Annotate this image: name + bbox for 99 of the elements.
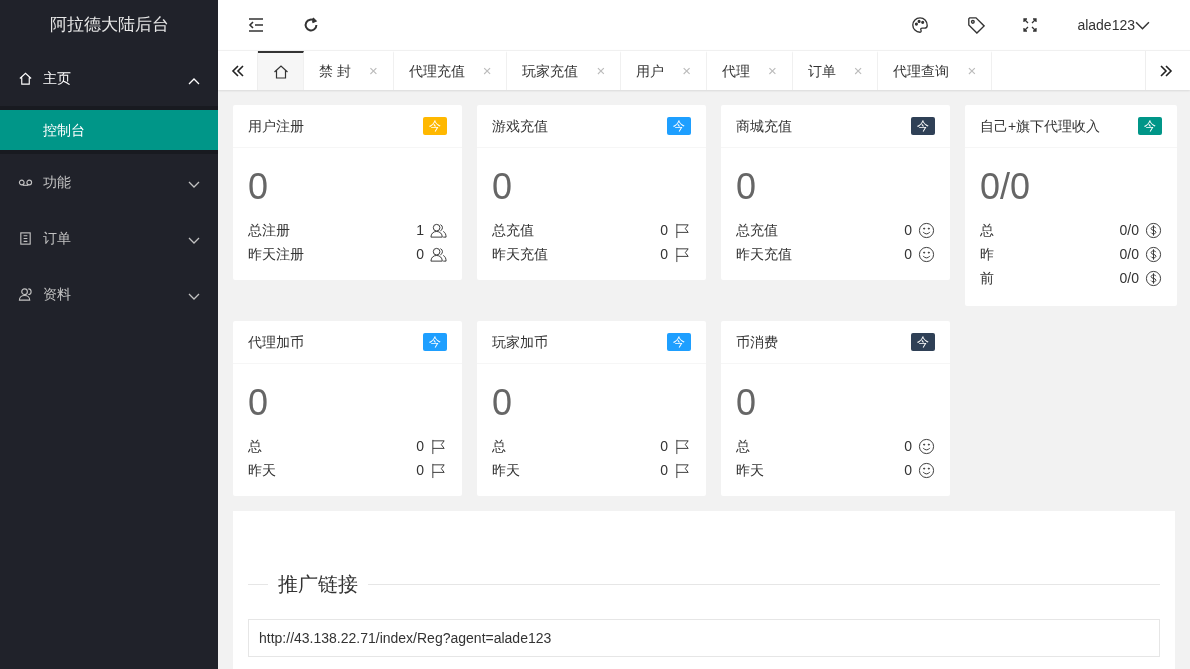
- sidebar-title: 阿拉德大陆后台: [49, 14, 169, 37]
- flag-icon: [674, 245, 691, 263]
- row-label: 昨天: [736, 460, 764, 480]
- stat-value: 0: [736, 166, 758, 208]
- refresh-icon[interactable]: [302, 16, 320, 34]
- row-value: 0: [660, 460, 668, 480]
- row-label: 总: [248, 436, 262, 456]
- card-badge: 今: [667, 333, 691, 351]
- users-icon: [430, 245, 447, 263]
- row-label: 昨天: [248, 460, 276, 480]
- promo-legend: 推广链接: [268, 569, 368, 599]
- sidebar-subitem[interactable]: 控制台: [0, 110, 218, 150]
- double-chevron-left-icon: [229, 62, 246, 79]
- smile-icon: [918, 245, 935, 263]
- card-title: 商城充值: [736, 116, 792, 136]
- card-badge: 今: [911, 333, 935, 351]
- home-icon: [272, 63, 289, 80]
- fullscreen-icon[interactable]: [1023, 18, 1038, 32]
- row-label: 昨天充值: [492, 244, 548, 264]
- row-value: 0: [904, 244, 912, 264]
- row-value: 0: [660, 436, 668, 456]
- home-icon: [18, 70, 33, 86]
- sidebar-item[interactable]: 订单: [0, 210, 218, 266]
- stat-value: 0: [248, 382, 270, 424]
- dollar-icon: [1145, 245, 1162, 263]
- row-label: 总充值: [492, 220, 534, 240]
- caret-icon: [188, 293, 200, 301]
- card-badge: 今: [423, 117, 447, 135]
- row-value: 0: [904, 460, 912, 480]
- row-value: 0/0: [1119, 268, 1139, 288]
- row-label: 总: [736, 436, 750, 456]
- card-badge: 今: [1138, 117, 1162, 135]
- promo-link-field[interactable]: http://43.138.22.71/index/Reg?agent=alade123: [248, 619, 1160, 657]
- flag-icon: [674, 221, 691, 239]
- clipboard-icon: [18, 230, 33, 246]
- row-label: 昨天充值: [736, 244, 792, 264]
- users-icon: [430, 221, 447, 239]
- tab[interactable]: 代理 ×: [706, 51, 793, 90]
- row-value: 1: [416, 220, 424, 240]
- row-value: 0: [416, 460, 424, 480]
- dollar-icon: [1145, 269, 1162, 287]
- card-title: 用户注册: [248, 116, 304, 136]
- stat-value: 0: [736, 382, 758, 424]
- row-label: 总: [980, 220, 994, 240]
- card-title: 代理加币: [248, 332, 304, 352]
- row-label: 前: [980, 268, 994, 288]
- palette-icon[interactable]: [911, 16, 930, 34]
- stat-value: 0: [492, 382, 514, 424]
- flag-icon: [674, 437, 691, 455]
- tag-icon[interactable]: [967, 16, 986, 34]
- tab[interactable]: 订单 ×: [792, 51, 879, 90]
- caret-icon: [1135, 20, 1150, 30]
- home-tab[interactable]: [258, 51, 304, 90]
- caret-icon: [188, 181, 200, 189]
- card-title: 币消费: [736, 332, 778, 352]
- row-value: 0: [660, 244, 668, 264]
- card-badge: 今: [667, 117, 691, 135]
- tab[interactable]: 用户 ×: [621, 51, 707, 90]
- flag-icon: [674, 461, 691, 479]
- tab[interactable]: 代理充值 ×: [393, 51, 508, 90]
- row-value: 0/0: [1119, 244, 1139, 264]
- flag-icon: [430, 461, 447, 479]
- user-icon: [18, 286, 33, 302]
- stat-value: 0: [248, 166, 270, 208]
- caret-icon: [188, 237, 200, 245]
- smile-icon: [918, 461, 935, 479]
- card-badge: 今: [911, 117, 935, 135]
- tab[interactable]: 玩家充值 ×: [507, 51, 622, 90]
- row-value: 0: [416, 244, 424, 264]
- dollar-icon: [1145, 221, 1162, 239]
- sidebar-item[interactable]: 主页: [0, 50, 218, 106]
- row-label: 昨天: [492, 460, 520, 480]
- row-label: 总注册: [248, 220, 290, 240]
- row-label: 总: [492, 436, 506, 456]
- row-value: 0/0: [1119, 220, 1139, 240]
- card-badge: 今: [423, 333, 447, 351]
- card-title: 玩家加币: [492, 332, 548, 352]
- card-title: 游戏充值: [492, 116, 548, 136]
- row-label: 昨: [980, 244, 994, 264]
- stat-value: 0: [492, 166, 514, 208]
- menu-icon[interactable]: [246, 15, 266, 35]
- caret-icon: [188, 77, 200, 85]
- tab[interactable]: 禁 封 ×: [304, 51, 394, 90]
- card-title: 自己+旗下代理收入: [980, 116, 1101, 136]
- stat-value: 0/0: [980, 166, 1032, 208]
- row-value: 0: [660, 220, 668, 240]
- row-value: 0: [904, 220, 912, 240]
- row-label: 昨天注册: [248, 244, 304, 264]
- user-menu[interactable]: alade123: [1077, 14, 1150, 36]
- smile-icon: [918, 221, 935, 239]
- smile-icon: [918, 437, 935, 455]
- double-chevron-right-icon: [1157, 62, 1174, 79]
- flag-icon: [430, 437, 447, 455]
- row-label: 总充值: [736, 220, 778, 240]
- sidebar-item[interactable]: 功能: [0, 154, 218, 210]
- row-value: 0: [904, 436, 912, 456]
- sidebar-item[interactable]: 资料: [0, 266, 218, 322]
- row-value: 0: [416, 436, 424, 456]
- tab[interactable]: 代理查询 ×: [878, 51, 993, 90]
